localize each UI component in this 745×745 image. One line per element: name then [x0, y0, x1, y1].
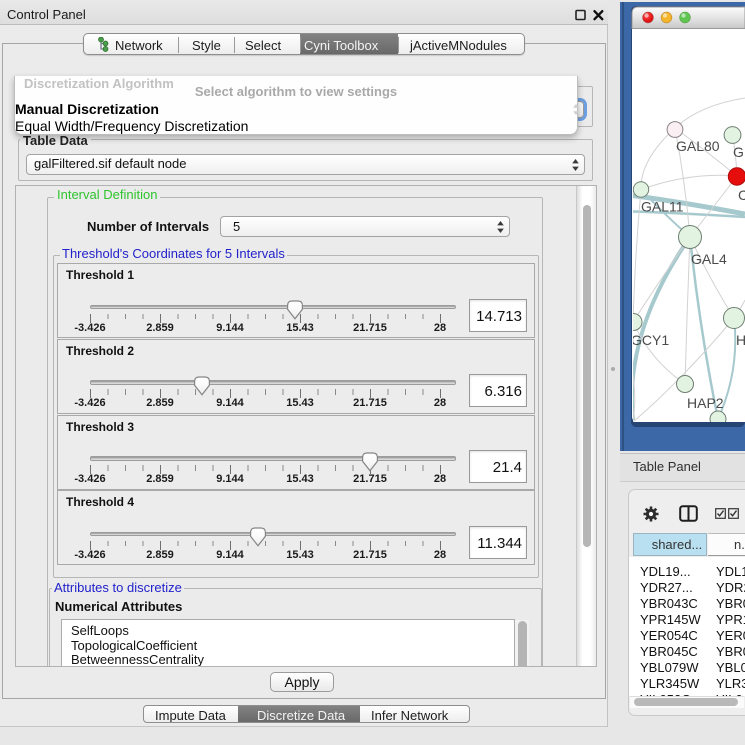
svg-text:G.: G.	[733, 144, 745, 160]
svg-text:GAL80: GAL80	[676, 138, 720, 154]
svg-text:GCY1: GCY1	[631, 332, 669, 348]
svg-text:HAP2: HAP2	[687, 395, 724, 411]
svg-text:GAL4: GAL4	[691, 251, 727, 267]
svg-text:C: C	[738, 187, 745, 203]
svg-text:H: H	[736, 332, 745, 348]
svg-text:GAL11: GAL11	[641, 199, 684, 215]
